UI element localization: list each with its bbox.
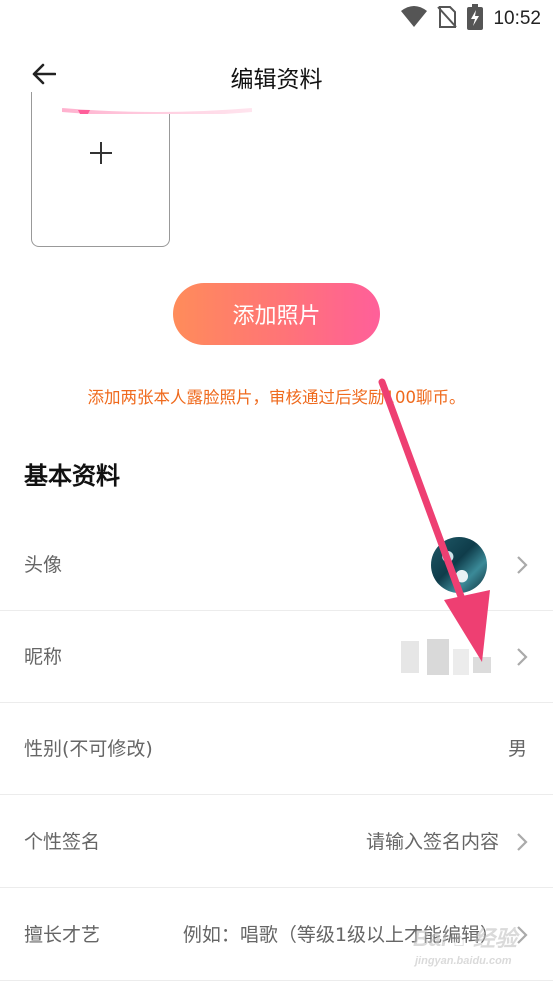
svg-text:jingyan.baidu.com: jingyan.baidu.com <box>413 955 512 967</box>
svg-text:经验: 经验 <box>473 926 520 951</box>
row-avatar[interactable]: 头像 <box>0 519 553 611</box>
chevron-right-icon <box>517 556 528 574</box>
section-title-basic-info: 基本资料 <box>24 462 120 490</box>
row-label: 个性签名 <box>24 831 101 853</box>
chevron-right-icon <box>517 833 528 851</box>
status-bar: 10:52 <box>0 0 553 38</box>
status-icons: 10:52 <box>401 4 541 34</box>
svg-text:Bai: Bai <box>413 926 448 951</box>
signature-placeholder: 请输入签名内容 <box>365 831 499 853</box>
photo-tooltip-edge <box>62 92 252 114</box>
chevron-right-icon <box>517 648 528 666</box>
row-label: 昵称 <box>24 646 63 668</box>
row-label: 擅长才艺 <box>24 924 101 946</box>
add-photo-slot[interactable] <box>31 92 170 247</box>
plus-icon <box>90 142 112 164</box>
status-time: 10:52 <box>493 8 541 29</box>
edit-profile-screen: 10:52 编辑资料 添加照片 添加两张本人露脸照片，审核通过后奖励100聊币。… <box>0 0 553 983</box>
svg-text:⌂: ⌂ <box>453 929 465 951</box>
battery-charging-icon <box>467 4 484 34</box>
avatar <box>431 537 487 593</box>
wifi-icon <box>401 6 428 32</box>
page-title: 编辑资料 <box>230 67 323 93</box>
reward-tip: 添加两张本人露脸照片，审核通过后奖励100聊币。 <box>87 388 466 407</box>
baidu-watermark: Bai ⌂ 经验 jingyan.baidu.com <box>413 922 523 968</box>
gender-value: 男 <box>507 738 527 760</box>
row-nickname[interactable]: 昵称 <box>0 611 553 703</box>
row-gender: 性别(不可修改) 男 <box>0 703 553 795</box>
row-label: 性别(不可修改) <box>24 738 153 760</box>
no-sim-icon <box>437 5 458 33</box>
nickname-value-blurred <box>401 639 493 675</box>
row-signature[interactable]: 个性签名 请输入签名内容 <box>0 796 553 888</box>
row-label: 头像 <box>24 554 63 576</box>
add-photo-button[interactable]: 添加照片 <box>173 283 380 345</box>
